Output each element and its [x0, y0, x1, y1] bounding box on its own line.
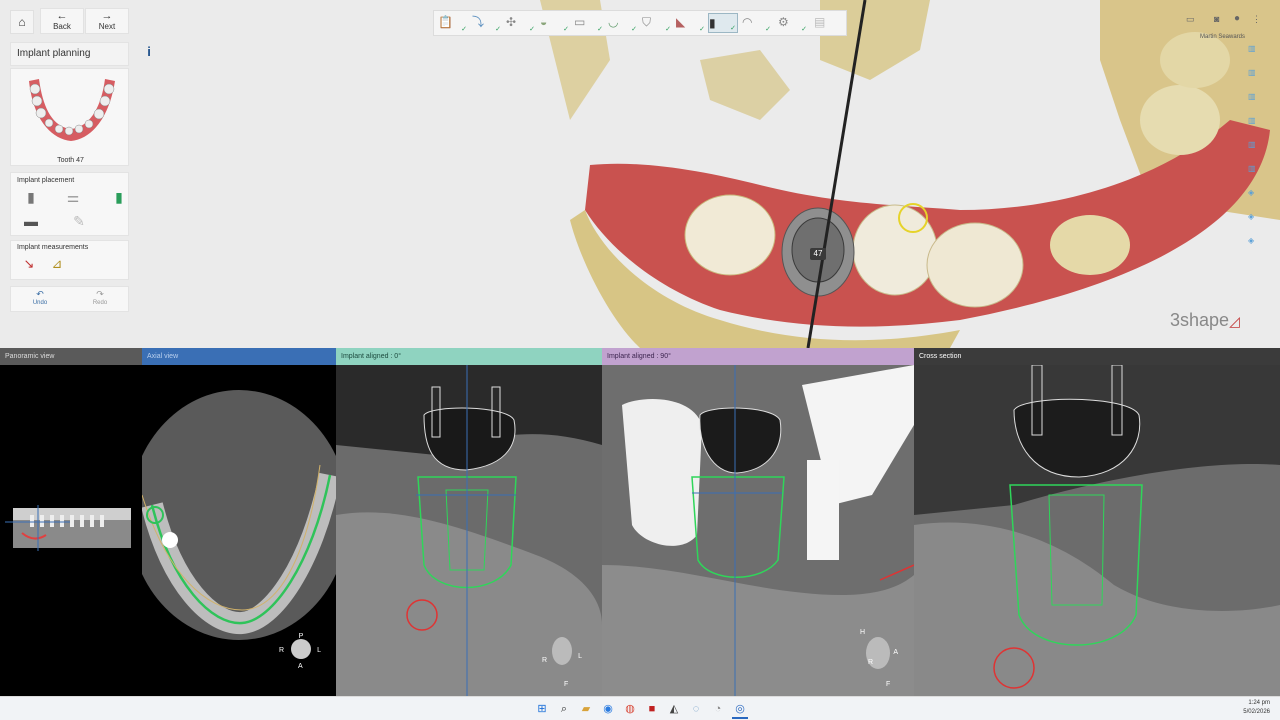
- active-app-icon[interactable]: ◎: [732, 701, 748, 719]
- undo-label: Undo: [32, 300, 48, 306]
- arrow-left-icon: ←: [56, 10, 68, 22]
- implant-active-icon[interactable]: ▮: [107, 189, 131, 211]
- undo-button[interactable]: ↶ Undo: [25, 289, 55, 306]
- user-icon[interactable]: ●: [1234, 13, 1240, 24]
- guide-icon[interactable]: ◠ ✓: [742, 13, 772, 33]
- tooth-side-toolbar[interactable]: ▥ ▥ ▥ ▥ ▥ ▥ ◈ ◈ ◈: [1248, 44, 1260, 274]
- media-app-icon[interactable]: ■: [644, 701, 660, 717]
- implant-planning-icon[interactable]: ▮ ✓: [708, 13, 738, 33]
- 3shape-app-icon[interactable]: ◭: [666, 701, 682, 717]
- page-title: Implant planning: [17, 48, 91, 59]
- monitor-icon[interactable]: ▭: [1186, 14, 1195, 25]
- distance-measure-icon[interactable]: ↘: [17, 256, 41, 278]
- cross-section-header[interactable]: Cross section: [914, 348, 1280, 365]
- brand-triangle-icon: ◿: [1229, 313, 1240, 329]
- aligned0-view-header[interactable]: Implant aligned : 0°: [336, 348, 602, 365]
- tooth-shape-icon[interactable]: ◒ ✓: [540, 13, 570, 33]
- chrome-icon[interactable]: ◍: [622, 701, 638, 717]
- workflow-toolbar: 📋 ✓ ⤵ ✓ ✣ ✓ ◒ ✓ ▭ ✓ ◡ ✓ ⛉ ✓ ◣ ✓ ▮ ✓ ◠ ✓ ⚙ ✓ ▤: [433, 10, 847, 36]
- clock-time[interactable]: 1:24 pm: [1248, 700, 1270, 706]
- implant-pair-icon[interactable]: ⚌: [61, 189, 85, 211]
- panoramic-viewport[interactable]: [0, 365, 142, 696]
- settings-icon[interactable]: ⋮: [1252, 14, 1261, 25]
- 3d-scene-viewport[interactable]: 47 Martin Seawards 3shape◿ ▭ ◙ ● ⋮ ▥ ▥ ▥…: [0, 0, 1280, 348]
- os-taskbar: ⊞ ⌕ ▰ ◉ ◍ ■ ◭ ◌ ◔ ◎ 1:24 pm 5/02/2026: [0, 696, 1280, 720]
- view-title: Implant aligned : 90°: [607, 353, 671, 360]
- file-explorer-icon[interactable]: ▰: [578, 701, 594, 717]
- orientation-head-aligned0: R L F: [542, 635, 582, 689]
- panel-header: Implant planning: [10, 42, 129, 66]
- export-icon[interactable]: ▤: [814, 13, 844, 33]
- cross-section-ct-image: [914, 365, 1280, 696]
- cross-section-viewport[interactable]: [914, 365, 1280, 696]
- home-button[interactable]: ⌂: [10, 10, 34, 34]
- info-button[interactable]: i: [140, 44, 158, 62]
- clock-date[interactable]: 5/02/2026: [1243, 709, 1270, 715]
- axial-viewport[interactable]: P R L A: [142, 365, 336, 696]
- panoramic-view-header[interactable]: Panoramic view: [0, 348, 142, 365]
- crown-icon[interactable]: ⛉ ✓: [642, 13, 672, 33]
- view-title: Cross section: [919, 353, 962, 360]
- redo-label: Redo: [92, 300, 108, 306]
- camera-icon[interactable]: ◙: [1214, 14, 1219, 24]
- import-scan-icon[interactable]: ⤵ ✓: [472, 13, 502, 33]
- segment-icon[interactable]: ◣ ✓: [676, 13, 706, 33]
- jaw-3d-render: [540, 0, 1280, 348]
- order-icon[interactable]: 📋 ✓: [438, 13, 468, 33]
- redo-button[interactable]: ↷ Redo: [85, 289, 115, 306]
- implant-studio-icon[interactable]: ◌: [688, 701, 704, 717]
- aligned90-view-header[interactable]: Implant aligned : 90°: [602, 348, 914, 365]
- alignment-icon[interactable]: ✣ ✓: [506, 13, 536, 33]
- implant-icon[interactable]: ▮: [19, 189, 43, 211]
- tooth-label: Tooth 47: [57, 157, 84, 164]
- panoramic-icon[interactable]: ▭ ✓: [574, 13, 604, 33]
- sleeve-icon[interactable]: ⚙ ✓: [778, 13, 808, 33]
- jaw-thumbnail: [29, 79, 115, 141]
- utility-app-icon[interactable]: ◔: [710, 701, 726, 717]
- orientation-head-aligned90: H R A F: [860, 629, 898, 688]
- arrow-right-icon: →: [101, 10, 113, 22]
- section-title: Implant measurements: [17, 244, 89, 251]
- home-icon: ⌂: [18, 15, 26, 29]
- brand-text: 3shape: [1170, 310, 1230, 330]
- aligned0-viewport[interactable]: R L F: [336, 365, 602, 696]
- implant-placement-section: Implant placement ▮ ⚌ ▮ ▬ ✎: [10, 172, 129, 236]
- tooth-selector-card[interactable]: Tooth 47: [10, 68, 129, 166]
- back-button[interactable]: ← Back: [40, 8, 84, 34]
- view-title: Implant aligned : 0°: [341, 353, 402, 360]
- undo-redo-bar: ↶ Undo ↷ Redo: [10, 286, 129, 312]
- user-name: Martin Seawards: [1200, 34, 1246, 40]
- back-label: Back: [53, 22, 71, 31]
- abutment-icon[interactable]: ▬: [19, 213, 43, 235]
- nerve-icon[interactable]: ◡ ✓: [608, 13, 638, 33]
- tooth-number-marker: 47: [810, 248, 826, 260]
- search-icon[interactable]: ⌕: [556, 701, 572, 717]
- brand-logo: 3shape◿: [1170, 310, 1240, 331]
- guide-sleeve-icon[interactable]: ✎: [67, 213, 91, 235]
- next-button[interactable]: → Next: [85, 8, 129, 34]
- view-title: Axial view: [147, 353, 179, 360]
- view-title: Panoramic view: [5, 353, 55, 360]
- angle-measure-icon[interactable]: ⊿: [45, 256, 69, 278]
- start-menu-icon[interactable]: ⊞: [534, 701, 550, 717]
- undo-icon: ↶: [36, 289, 44, 299]
- axial-view-header[interactable]: Axial view: [142, 348, 336, 365]
- panoramic-image: [5, 505, 131, 551]
- orientation-head-axial: P R L A: [279, 633, 321, 670]
- browser-icon[interactable]: ◉: [600, 701, 616, 717]
- next-label: Next: [98, 22, 116, 31]
- aligned90-viewport[interactable]: H R A F: [602, 365, 914, 696]
- section-title: Implant placement: [17, 177, 75, 184]
- implant-measurements-section: Implant measurements ↘ ⊿: [10, 240, 129, 280]
- redo-icon: ↷: [96, 289, 104, 299]
